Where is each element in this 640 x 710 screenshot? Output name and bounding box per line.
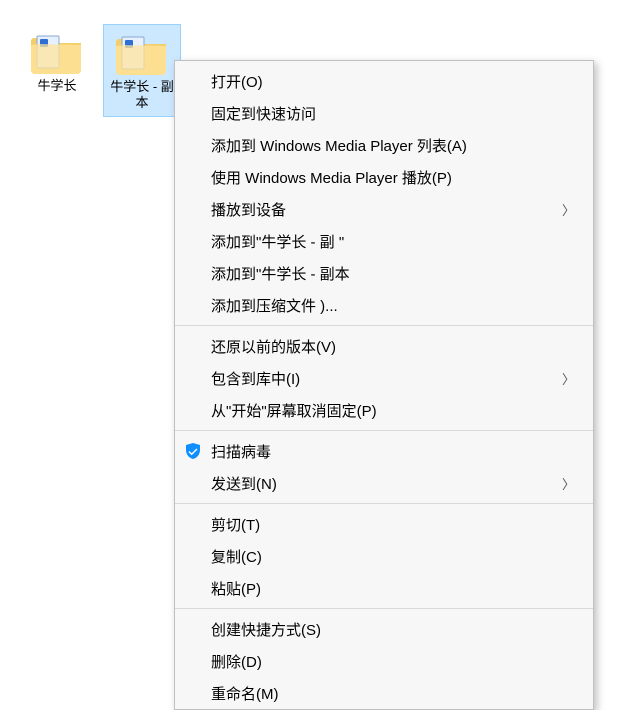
desktop-folder-1[interactable]: 牛学长 (18, 24, 96, 98)
menu-restore-previous[interactable]: 还原以前的版本(V) (175, 330, 593, 362)
menu-cut[interactable]: 剪切(T) (175, 508, 593, 540)
context-menu: 打开(O) 固定到快速访问 添加到 Windows Media Player 列… (174, 60, 594, 710)
desktop-folder-1-label: 牛学长 (35, 76, 78, 98)
chevron-right-icon: 〉 (562, 200, 575, 219)
menu-add-compressed[interactable]: 添加到压缩文件 )... (175, 289, 593, 321)
menu-separator (175, 430, 593, 431)
menu-rename[interactable]: 重命名(M) (175, 677, 593, 709)
shield-icon (184, 442, 202, 460)
chevron-right-icon: 〉 (562, 474, 575, 493)
menu-separator (175, 503, 593, 504)
menu-pin-quick-access[interactable]: 固定到快速访问 (175, 97, 593, 129)
menu-cast-device[interactable]: 播放到设备〉 (175, 193, 593, 225)
menu-delete[interactable]: 删除(D) (175, 645, 593, 677)
folder-icon (29, 28, 85, 76)
menu-send-to[interactable]: 发送到(N)〉 (175, 467, 593, 499)
menu-separator (175, 325, 593, 326)
desktop-folder-2-label: 牛学长 - 副本 (104, 77, 180, 116)
menu-create-shortcut[interactable]: 创建快捷方式(S) (175, 613, 593, 645)
menu-separator (175, 608, 593, 609)
menu-wmp-play[interactable]: 使用 Windows Media Player 播放(P) (175, 161, 593, 193)
menu-add-archive-2[interactable]: 添加到"牛学长 - 副本 (175, 257, 593, 289)
desktop[interactable]: 牛学长 牛学长 - 副本 打开(O) 固定到快速访问 添加到 Windows M… (0, 0, 640, 666)
menu-copy[interactable]: 复制(C) (175, 540, 593, 572)
menu-open[interactable]: 打开(O) (175, 65, 593, 97)
folder-icon (114, 29, 170, 77)
menu-scan-virus[interactable]: 扫描病毒 (175, 435, 593, 467)
menu-paste[interactable]: 粘贴(P) (175, 572, 593, 604)
menu-add-archive-1[interactable]: 添加到"牛学长 - 副 " (175, 225, 593, 257)
menu-unpin-start[interactable]: 从"开始"屏幕取消固定(P) (175, 394, 593, 426)
desktop-folder-2[interactable]: 牛学长 - 副本 (103, 24, 181, 117)
chevron-right-icon: 〉 (562, 369, 575, 388)
menu-include-library[interactable]: 包含到库中(I)〉 (175, 362, 593, 394)
menu-wmp-add-list[interactable]: 添加到 Windows Media Player 列表(A) (175, 129, 593, 161)
